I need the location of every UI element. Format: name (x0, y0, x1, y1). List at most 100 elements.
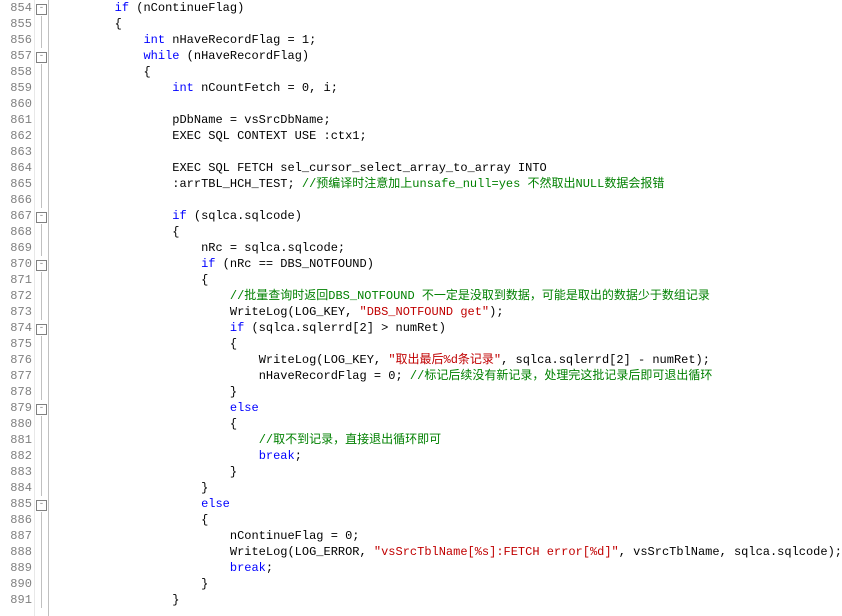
token-id: WriteLog(LOG_ERROR, (230, 545, 374, 559)
line-number: 864 (0, 160, 32, 176)
line-number: 888 (0, 544, 32, 560)
code-line[interactable]: } (57, 464, 842, 480)
code-line[interactable]: WriteLog(LOG_KEY, "取出最后%d条记录", sqlca.sql… (57, 352, 842, 368)
code-line[interactable]: { (57, 224, 842, 240)
code-line[interactable]: { (57, 336, 842, 352)
code-line[interactable]: } (57, 576, 842, 592)
fold-guide (35, 560, 48, 576)
code-editor: 8548558568578588598608618628638648658668… (0, 0, 842, 616)
code-line[interactable]: } (57, 480, 842, 496)
code-line[interactable]: break; (57, 560, 842, 576)
code-line[interactable]: :arrTBL_HCH_TEST; //预编译时注意加上unsafe_null=… (57, 176, 842, 192)
fold-guide (35, 128, 48, 144)
token-id: { (172, 225, 179, 239)
token-id: } (230, 465, 237, 479)
line-number: 884 (0, 480, 32, 496)
code-area[interactable]: if (nContinueFlag) { int nHaveRecordFlag… (49, 0, 842, 616)
token-kw: else (201, 497, 230, 511)
code-line[interactable]: pDbName = vsSrcDbName; (57, 112, 842, 128)
code-line[interactable]: nRc = sqlca.sqlcode; (57, 240, 842, 256)
code-line[interactable]: if (sqlca.sqlcode) (57, 208, 842, 224)
code-line[interactable]: { (57, 272, 842, 288)
code-line[interactable]: break; (57, 448, 842, 464)
line-number: 867 (0, 208, 32, 224)
code-line[interactable]: } (57, 384, 842, 400)
code-line[interactable]: else (57, 496, 842, 512)
token-kw: while (143, 49, 179, 63)
fold-guide (35, 544, 48, 560)
code-line[interactable] (57, 192, 842, 208)
code-line[interactable]: if (nRc == DBS_NOTFOUND) (57, 256, 842, 272)
line-number: 859 (0, 80, 32, 96)
token-id: { (201, 513, 208, 527)
token-str: "DBS_NOTFOUND get" (360, 305, 490, 319)
token-id: nContinueFlag = 0; (230, 529, 360, 543)
line-number: 857 (0, 48, 32, 64)
fold-toggle-icon[interactable]: - (35, 208, 48, 224)
line-number: 863 (0, 144, 32, 160)
code-line[interactable]: int nHaveRecordFlag = 1; (57, 32, 842, 48)
code-line[interactable]: WriteLog(LOG_KEY, "DBS_NOTFOUND get"); (57, 304, 842, 320)
code-line[interactable]: { (57, 64, 842, 80)
code-line[interactable]: nHaveRecordFlag = 0; //标记后续没有新记录，处理完这批记录… (57, 368, 842, 384)
line-number: 876 (0, 352, 32, 368)
token-id: } (172, 593, 179, 607)
token-id: { (201, 273, 208, 287)
line-number: 861 (0, 112, 32, 128)
code-line[interactable]: { (57, 416, 842, 432)
line-number: 880 (0, 416, 32, 432)
fold-guide (35, 576, 48, 592)
fold-guide (35, 384, 48, 400)
code-line[interactable]: else (57, 400, 842, 416)
token-kw: int (172, 81, 194, 95)
fold-guide (35, 304, 48, 320)
token-id: } (201, 481, 208, 495)
fold-guide (35, 288, 48, 304)
code-line[interactable]: int nCountFetch = 0, i; (57, 80, 842, 96)
fold-guide (35, 160, 48, 176)
code-line[interactable]: while (nHaveRecordFlag) (57, 48, 842, 64)
fold-guide (35, 352, 48, 368)
token-kw: if (201, 257, 215, 271)
fold-toggle-icon[interactable]: - (35, 320, 48, 336)
code-line[interactable] (57, 144, 842, 160)
token-id: pDbName = vsSrcDbName; (172, 113, 330, 127)
code-line[interactable] (57, 96, 842, 112)
token-kw: if (230, 321, 244, 335)
token-id: { (230, 337, 237, 351)
token-id: { (143, 65, 150, 79)
fold-guide (35, 432, 48, 448)
code-line[interactable]: nContinueFlag = 0; (57, 528, 842, 544)
token-id: nHaveRecordFlag = 1; (165, 33, 316, 47)
token-id: ; (295, 449, 302, 463)
code-line[interactable]: //批量查询时返回DBS_NOTFOUND 不一定是没取到数据，可能是取出的数据… (57, 288, 842, 304)
fold-toggle-icon[interactable]: - (35, 0, 48, 16)
code-line[interactable]: if (nContinueFlag) (57, 0, 842, 16)
fold-guide (35, 80, 48, 96)
line-number: 878 (0, 384, 32, 400)
fold-gutter: - - - - - - - (35, 0, 49, 616)
line-number: 872 (0, 288, 32, 304)
fold-guide (35, 176, 48, 192)
code-line[interactable]: //取不到记录，直接退出循环即可 (57, 432, 842, 448)
fold-guide (35, 528, 48, 544)
code-line[interactable]: { (57, 512, 842, 528)
token-com: //标记后续没有新记录，处理完这批记录后即可退出循环 (410, 369, 712, 383)
code-line[interactable]: EXEC SQL CONTEXT USE :ctx1; (57, 128, 842, 144)
code-line[interactable]: if (sqlca.sqlerrd[2] > numRet) (57, 320, 842, 336)
code-line[interactable]: { (57, 16, 842, 32)
fold-toggle-icon[interactable]: - (35, 256, 48, 272)
line-number: 875 (0, 336, 32, 352)
fold-toggle-icon[interactable]: - (35, 400, 48, 416)
code-line[interactable]: } (57, 592, 842, 608)
fold-toggle-icon[interactable]: - (35, 496, 48, 512)
line-number: 874 (0, 320, 32, 336)
code-line[interactable]: WriteLog(LOG_ERROR, "vsSrcTblName[%s]:FE… (57, 544, 842, 560)
fold-guide (35, 64, 48, 80)
fold-toggle-icon[interactable]: - (35, 48, 48, 64)
code-line[interactable]: EXEC SQL FETCH sel_cursor_select_array_t… (57, 160, 842, 176)
fold-guide (35, 272, 48, 288)
token-id: :arrTBL_HCH_TEST; (172, 177, 302, 191)
token-kw: break (230, 561, 266, 575)
fold-guide (35, 144, 48, 160)
